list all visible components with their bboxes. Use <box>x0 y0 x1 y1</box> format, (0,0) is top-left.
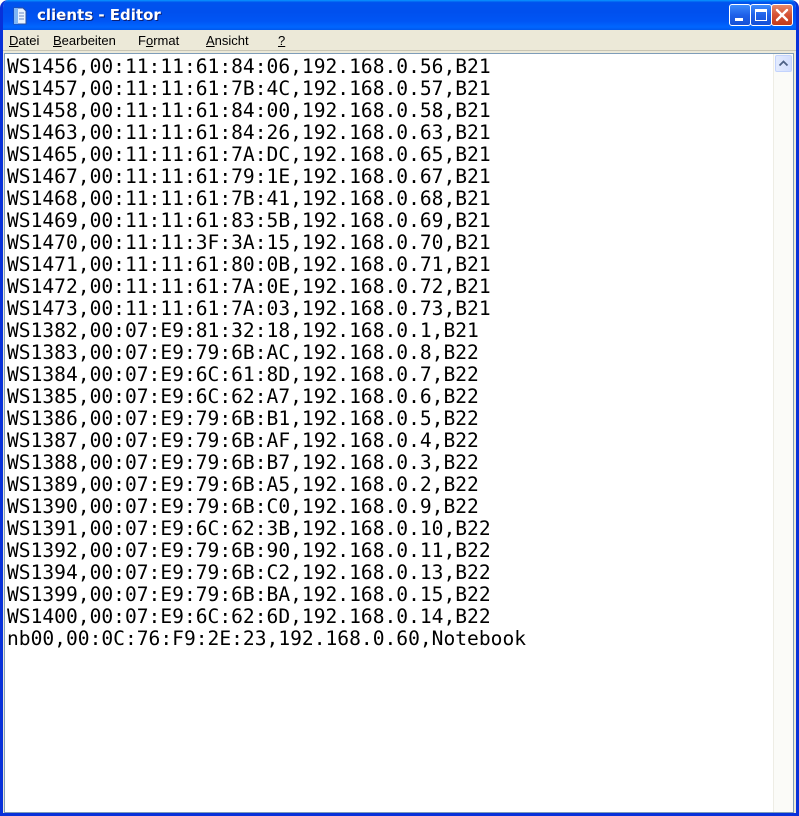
text-line: WS1389,00:07:E9:79:6B:A5,192.168.0.2,B22 <box>7 473 479 496</box>
vertical-scrollbar[interactable] <box>773 54 793 812</box>
text-line: WS1394,00:07:E9:79:6B:C2,192.168.0.13,B2… <box>7 561 491 584</box>
text-line: WS1387,00:07:E9:79:6B:AF,192.168.0.4,B22 <box>7 429 479 452</box>
text-line: WS1400,00:07:E9:6C:62:6D,192.168.0.14,B2… <box>7 605 491 628</box>
close-button[interactable] <box>771 4 793 26</box>
scroll-up-arrow-icon <box>778 60 789 67</box>
text-line: WS1458,00:11:11:61:84:00,192.168.0.58,B2… <box>7 99 491 122</box>
text-content[interactable]: WS1456,00:11:11:61:84:06,192.168.0.56,B2… <box>7 56 767 650</box>
maximize-button[interactable] <box>750 4 772 26</box>
window-title: clients - Editor <box>37 6 161 24</box>
menu-help[interactable]: ? <box>278 33 285 48</box>
close-icon <box>775 8 789 22</box>
text-editor-area[interactable]: WS1456,00:11:11:61:84:06,192.168.0.56,B2… <box>4 53 794 813</box>
text-line: WS1386,00:07:E9:79:6B:B1,192.168.0.5,B22 <box>7 407 479 430</box>
text-line: WS1388,00:07:E9:79:6B:B7,192.168.0.3,B22 <box>7 451 479 474</box>
menu-ansicht[interactable]: Ansicht <box>206 33 249 48</box>
text-line: nb00,00:0C:76:F9:2E:23,192.168.0.60,Note… <box>7 627 527 650</box>
text-line: WS1390,00:07:E9:79:6B:C0,192.168.0.9,B22 <box>7 495 479 518</box>
text-line: WS1392,00:07:E9:79:6B:90,192.168.0.11,B2… <box>7 539 491 562</box>
text-line: WS1468,00:11:11:61:7B:41,192.168.0.68,B2… <box>7 187 491 210</box>
notepad-icon <box>12 7 28 25</box>
maximize-icon <box>755 9 767 21</box>
menu-datei[interactable]: Datei <box>9 33 39 48</box>
text-line: WS1465,00:11:11:61:7A:DC,192.168.0.65,B2… <box>7 143 491 166</box>
text-line: WS1385,00:07:E9:6C:62:A7,192.168.0.6,B22 <box>7 385 479 408</box>
scroll-up-button[interactable] <box>775 55 792 72</box>
menu-bearbeiten[interactable]: Bearbeiten <box>53 33 116 48</box>
editor-window: clients - Editor Datei Bearbeiten Format… <box>0 0 799 816</box>
minimize-icon <box>735 18 743 21</box>
text-line: WS1399,00:07:E9:79:6B:BA,192.168.0.15,B2… <box>7 583 491 606</box>
text-line: WS1473,00:11:11:61:7A:03,192.168.0.73,B2… <box>7 297 491 320</box>
text-line: WS1383,00:07:E9:79:6B:AC,192.168.0.8,B22 <box>7 341 479 364</box>
text-line: WS1469,00:11:11:61:83:5B,192.168.0.69,B2… <box>7 209 491 232</box>
text-line: WS1463,00:11:11:61:84:26,192.168.0.63,B2… <box>7 121 491 144</box>
text-line: WS1471,00:11:11:61:80:0B,192.168.0.71,B2… <box>7 253 491 276</box>
text-line: WS1456,00:11:11:61:84:06,192.168.0.56,B2… <box>7 55 491 78</box>
title-bar[interactable]: clients - Editor <box>3 0 796 30</box>
text-line: WS1384,00:07:E9:6C:61:8D,192.168.0.7,B22 <box>7 363 479 386</box>
menu-bar: Datei Bearbeiten Format Ansicht ? <box>3 30 796 51</box>
text-line: WS1470,00:11:11:3F:3A:15,192.168.0.70,B2… <box>7 231 491 254</box>
minimize-button[interactable] <box>729 4 751 26</box>
text-line: WS1391,00:07:E9:6C:62:3B,192.168.0.10,B2… <box>7 517 491 540</box>
text-line: WS1472,00:11:11:61:7A:0E,192.168.0.72,B2… <box>7 275 491 298</box>
text-line: WS1457,00:11:11:61:7B:4C,192.168.0.57,B2… <box>7 77 491 100</box>
text-line: WS1467,00:11:11:61:79:1E,192.168.0.67,B2… <box>7 165 491 188</box>
menu-format[interactable]: Format <box>138 33 179 48</box>
text-line: WS1382,00:07:E9:81:32:18,192.168.0.1,B21 <box>7 319 479 342</box>
